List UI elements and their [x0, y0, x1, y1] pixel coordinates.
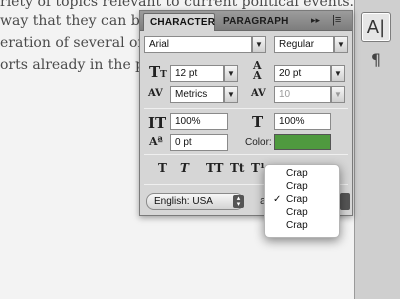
language-label: English: USA: [154, 196, 213, 207]
menu-option-label: Crap: [286, 207, 308, 218]
panel-dock: A| ¶: [354, 0, 400, 299]
document-text-line: way that they can be e: [0, 13, 161, 29]
panel-menu-icon[interactable]: |≡: [332, 14, 341, 26]
chevron-down-icon: ▼: [334, 69, 342, 78]
faux-bold-button[interactable]: T: [158, 161, 167, 175]
paragraph-panel-dock-button[interactable]: ¶: [361, 44, 391, 74]
character-panel-dock-button[interactable]: A|: [361, 12, 391, 42]
horizontal-scale-icon: T: [252, 113, 264, 131]
chevron-down-icon: ▼: [227, 69, 235, 78]
paragraph-icon: ¶: [370, 49, 382, 69]
menu-option[interactable]: Crap: [265, 181, 339, 194]
vertical-scale-icon: IT: [148, 114, 167, 132]
antialias-dropdown-arrow[interactable]: [340, 193, 350, 210]
collapse-panel-icon[interactable]: ▸▸: [311, 15, 320, 26]
kerning-icon: AV: [148, 88, 163, 99]
chevron-down-icon: ▼: [334, 90, 342, 99]
menu-option[interactable]: Crap: [265, 207, 339, 220]
kerning-dropdown[interactable]: ▼: [224, 86, 238, 103]
leading-field[interactable]: 20 pt: [274, 65, 331, 82]
small-caps-button[interactable]: Tt: [230, 161, 244, 175]
menu-option[interactable]: Crap: [265, 220, 339, 233]
menu-option-label: Crap: [286, 181, 308, 192]
tracking-dropdown[interactable]: ▼: [331, 86, 345, 103]
font-size-dropdown[interactable]: ▼: [224, 65, 238, 82]
vertical-scale-field[interactable]: 100%: [170, 113, 228, 130]
chevron-down-icon: ▼: [227, 90, 235, 99]
tracking-icon: AV: [251, 88, 266, 99]
chevron-down-icon: ▼: [255, 40, 263, 49]
leading-dropdown[interactable]: ▼: [331, 65, 345, 82]
leading-icon: AA: [253, 59, 262, 82]
menu-option[interactable]: Crap: [265, 168, 339, 181]
tab-character[interactable]: CHARACTER: [143, 13, 215, 31]
menu-option-label: Crap: [286, 220, 308, 231]
language-dropdown[interactable]: English: USA ▴ ▾: [146, 193, 244, 210]
panel-tab-bar: CHARACTER PARAGRAPH ▸▸ |≡: [140, 11, 352, 31]
horizontal-scale-field[interactable]: 100%: [274, 113, 331, 130]
font-family-field[interactable]: Arial: [144, 36, 252, 53]
all-caps-button[interactable]: TT: [206, 161, 223, 175]
checkmark-icon: ✓: [273, 194, 282, 205]
color-label: Color:: [245, 137, 272, 148]
antialias-options-menu: Crap Crap ✓ Crap Crap Crap: [264, 164, 340, 238]
baseline-shift-icon: Aª: [149, 135, 163, 148]
menu-option-selected[interactable]: ✓ Crap: [265, 194, 339, 207]
font-size-field[interactable]: 12 pt: [170, 65, 224, 82]
document-text-line: riety of topics relevant to current poli…: [0, 0, 385, 10]
character-icon: A|: [366, 16, 386, 38]
kerning-field[interactable]: Metrics: [170, 86, 224, 103]
font-style-dropdown[interactable]: ▼: [334, 36, 348, 53]
chevron-down-icon: ▼: [337, 40, 345, 49]
document-text-line: eration of several orga: [0, 35, 162, 51]
divider: [144, 108, 348, 109]
font-size-icon: TT: [149, 63, 167, 81]
color-swatch[interactable]: [274, 134, 331, 150]
tab-paragraph[interactable]: PARAGRAPH: [217, 13, 288, 31]
baseline-shift-field[interactable]: 0 pt: [170, 134, 228, 151]
document-text-line: orts already in the pub: [0, 57, 163, 73]
updown-arrows-icon: ▴ ▾: [233, 195, 244, 208]
font-style-field[interactable]: Regular: [274, 36, 334, 53]
faux-italic-button[interactable]: T: [180, 161, 189, 175]
menu-option-label: Crap: [286, 168, 308, 179]
divider: [144, 154, 348, 155]
font-family-dropdown[interactable]: ▼: [252, 36, 266, 53]
menu-option-label: Crap: [286, 194, 308, 205]
tracking-field[interactable]: 10: [274, 86, 331, 103]
